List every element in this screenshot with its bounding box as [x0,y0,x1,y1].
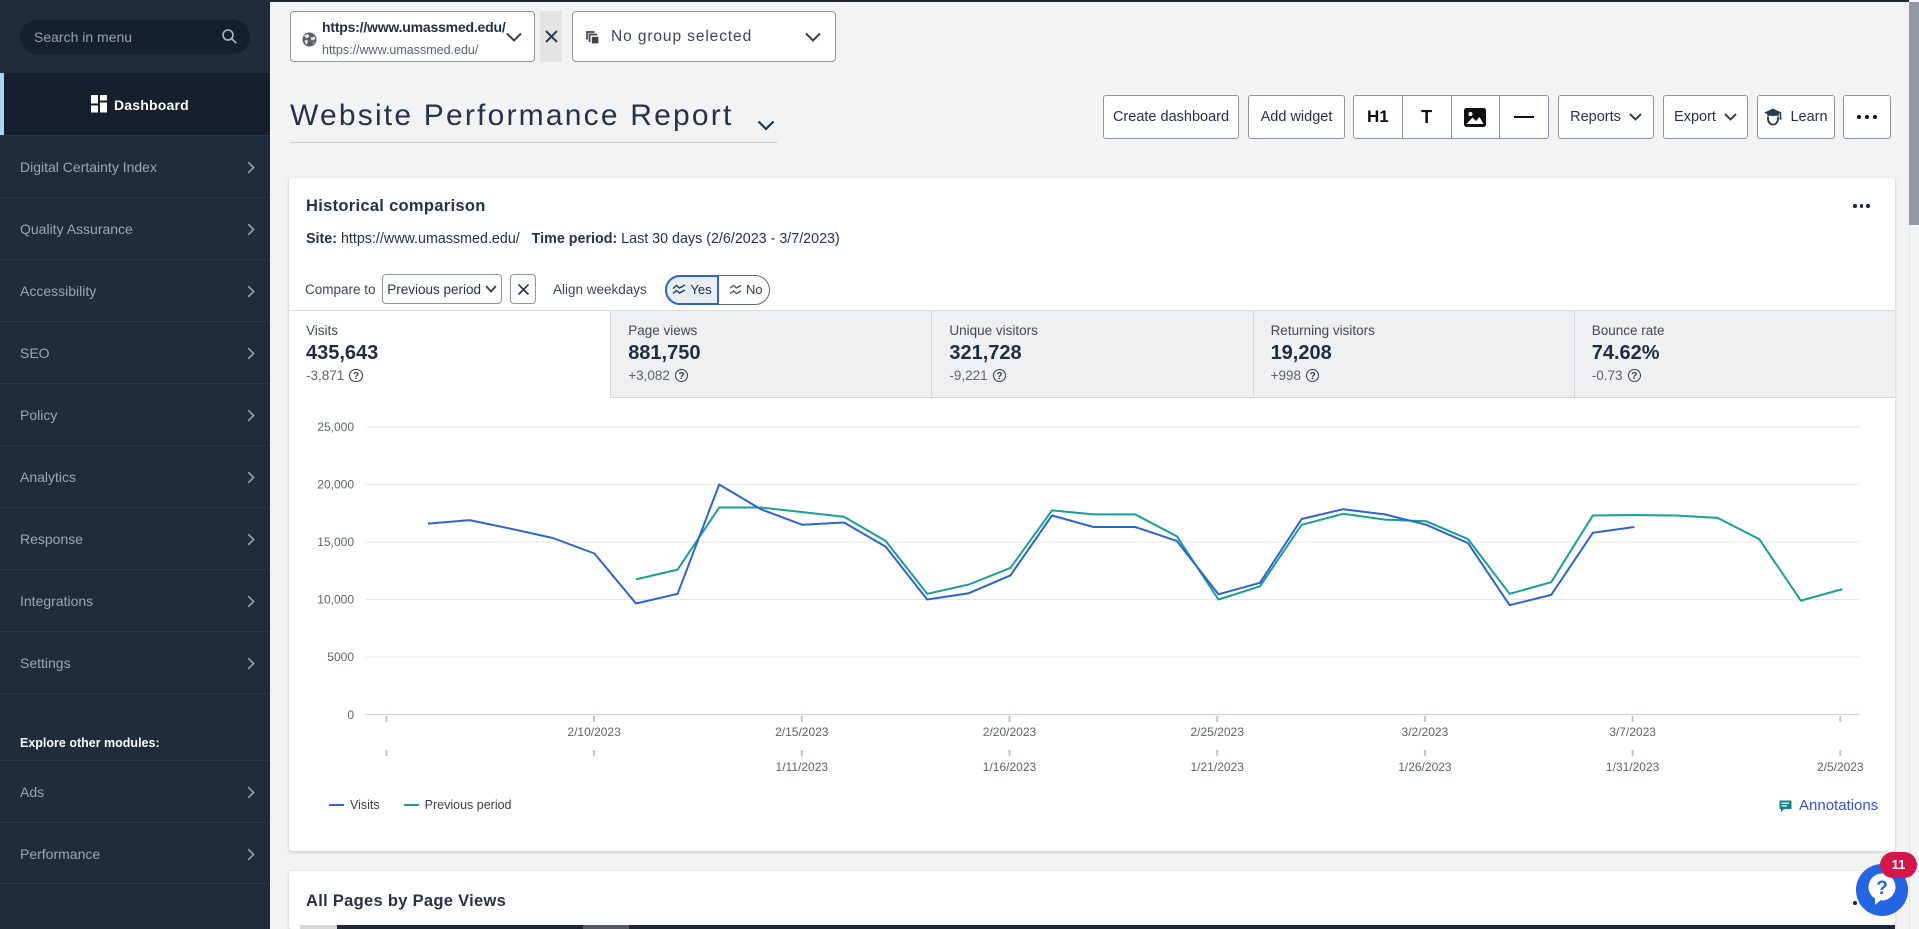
svg-text:10,000: 10,000 [317,593,354,607]
svg-text:1/11/2023: 1/11/2023 [776,760,829,774]
svg-text:3/2/2023: 3/2/2023 [1402,725,1449,739]
svg-text:2/5/2023: 2/5/2023 [1817,760,1864,774]
svg-text:2/15/2023: 2/15/2023 [775,725,829,739]
svg-text:20,000: 20,000 [317,478,354,492]
svg-text:?: ? [1876,878,1888,899]
svg-text:15,000: 15,000 [317,535,354,549]
svg-text:2/25/2023: 2/25/2023 [1191,725,1245,739]
svg-text:1/31/2023: 1/31/2023 [1606,760,1660,774]
svg-text:2/10/2023: 2/10/2023 [567,725,621,739]
svg-text:25,000: 25,000 [317,420,354,434]
svg-text:1/21/2023: 1/21/2023 [1191,760,1245,774]
svg-text:1/16/2023: 1/16/2023 [983,760,1037,774]
svg-text:5000: 5000 [327,650,354,664]
svg-text:2/20/2023: 2/20/2023 [983,725,1037,739]
svg-text:0: 0 [347,708,354,722]
svg-text:3/7/2023: 3/7/2023 [1609,725,1656,739]
svg-text:1/26/2023: 1/26/2023 [1398,760,1452,774]
